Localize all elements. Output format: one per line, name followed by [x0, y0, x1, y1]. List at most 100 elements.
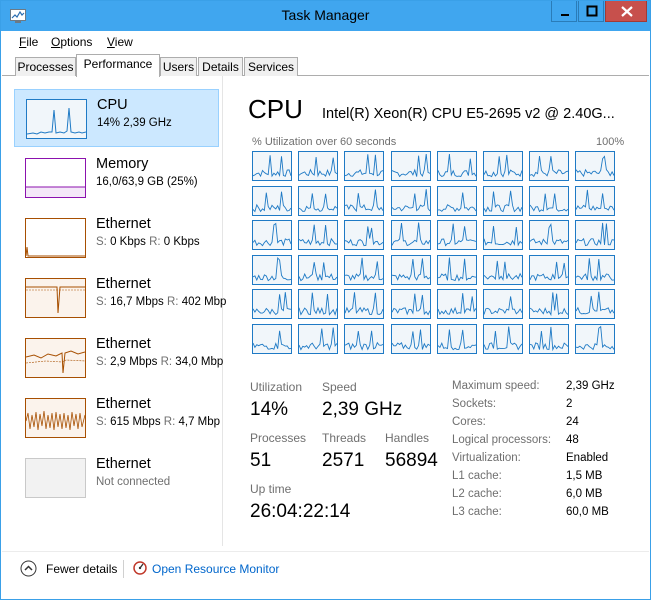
logical-processor-graph [252, 185, 292, 216]
cpu-activity-line [576, 291, 615, 315]
menu-options[interactable]: Options [51, 35, 92, 49]
logical-processor-graph [390, 289, 431, 319]
spec-label: L3 cache: [452, 506, 502, 518]
cpu-activity-line [345, 292, 384, 315]
ethernet-4-thumbnail-graph [25, 398, 86, 438]
spec-label: Cores: [452, 416, 486, 428]
sidebar-sub-ethernet-3: S: 2,9 Mbps R: 34,0 Mbp [96, 356, 224, 368]
logical-processor-graph [575, 289, 616, 319]
sidebar-item-ethernet-5[interactable]: Ethernet Not connected [14, 449, 219, 507]
cpu-detail-pane: CPU Intel(R) Xeon(R) CPU E5-2695 v2 @ 2.… [248, 76, 640, 546]
menu-view[interactable]: View [107, 35, 133, 49]
logical-processor-graph [252, 151, 292, 181]
logical-processor-graph [344, 323, 385, 354]
logical-processor-graph [529, 254, 570, 285]
resource-monitor-icon [133, 561, 147, 575]
open-resource-monitor-link[interactable]: Open Resource Monitor [152, 562, 279, 576]
spec-label: L1 cache: [452, 470, 502, 482]
cpu-activity-line [253, 330, 291, 350]
uptime-value: 26:04:22:14 [250, 501, 351, 522]
maximize-button[interactable] [578, 1, 604, 22]
chevron-up-circle-icon[interactable] [20, 560, 37, 577]
cpu-activity-line [576, 155, 615, 178]
cpu-model-name: Intel(R) Xeon(R) CPU E5-2695 v2 @ 2.40G.… [322, 106, 615, 122]
cpu-activity-line [576, 222, 615, 247]
logical-processor-graph [298, 151, 339, 181]
tab-details[interactable]: Details [198, 57, 243, 76]
logical-processor-graph [529, 220, 570, 250]
logical-processor-graph [436, 220, 477, 250]
logical-processor-graph [436, 289, 477, 319]
sidebar-item-ethernet-3[interactable]: Ethernet S: 2,9 Mbps R: 34,0 Mbp [14, 329, 223, 387]
cpu-activity-line [253, 191, 291, 212]
resource-sidebar: CPU 14% 2,39 GHz Memory 16,0/63,9 GB (25… [10, 76, 226, 546]
sidebar-item-ethernet-4[interactable]: Ethernet S: 615 Mbps R: 4,7 Mbp [14, 389, 221, 447]
menu-file[interactable]: File [19, 35, 38, 49]
sidebar-item-cpu[interactable]: CPU 14% 2,39 GHz [14, 89, 219, 147]
cpu-activity-line [437, 223, 476, 247]
logical-processor-graph [390, 323, 431, 354]
minimize-button[interactable] [551, 1, 577, 22]
sidebar-title-ethernet-3: Ethernet [96, 336, 151, 352]
spec-value: 24 [566, 416, 579, 428]
logical-processor-graph [390, 151, 431, 181]
cpu-activity-line [437, 192, 476, 212]
tab-processes[interactable]: Processes [15, 57, 76, 76]
page-title: CPU [248, 94, 303, 124]
sidebar-sub-ethernet-5: Not connected [96, 476, 171, 488]
sidebar-item-ethernet-1[interactable]: Ethernet S: 0 Kbps R: 0 Kbps [14, 209, 219, 267]
cpu-thumbnail-graph [26, 99, 87, 139]
tab-strip: Processes Performance Users Details Serv… [2, 54, 649, 77]
logical-processor-graph [344, 254, 385, 285]
cpu-activity-line [530, 192, 569, 212]
cpu-activity-line [530, 155, 569, 178]
logical-processor-graph [436, 151, 477, 181]
sidebar-item-ethernet-2[interactable]: Ethernet S: 16,7 Mbps R: 402 Mbp [14, 269, 226, 327]
spec-label: L2 cache: [452, 488, 502, 500]
sidebar-sub-ethernet-1: S: 0 Kbps R: 0 Kbps [96, 236, 200, 248]
cpu-activity-line [345, 226, 384, 247]
cpu-activity-line [576, 189, 615, 211]
logical-processor-graph [436, 323, 477, 354]
tab-services[interactable]: Services [244, 57, 298, 76]
cpu-activity-line [253, 292, 291, 316]
cpu-activity-line [345, 189, 384, 212]
fewer-details-button[interactable]: Fewer details [46, 562, 117, 576]
title-bar[interactable]: Task Manager [1, 1, 650, 31]
sidebar-sub-memory: 16,0/63,9 GB (25%) [96, 176, 198, 188]
logical-processor-graph [298, 185, 339, 216]
logical-processor-graph [483, 323, 523, 354]
spec-value: 6,0 MB [566, 488, 603, 500]
logical-processor-graph [252, 323, 292, 354]
cpu-activity-line [391, 188, 430, 212]
logical-processor-graph [483, 289, 523, 319]
logical-processor-graph [529, 323, 570, 354]
logical-processor-graph [298, 220, 339, 250]
cpu-activity-line [391, 293, 430, 316]
cpu-activity-line [437, 329, 476, 350]
logical-processor-graph [483, 254, 523, 285]
threads-label: Threads [322, 431, 367, 445]
cpu-activity-line [530, 223, 569, 246]
spec-value: Enabled [566, 452, 609, 464]
cpu-activity-line [484, 154, 522, 178]
processes-label: Processes [250, 431, 307, 445]
spec-label: Maximum speed: [452, 380, 540, 392]
logical-processor-graphs [252, 151, 626, 354]
sidebar-item-memory[interactable]: Memory 16,0/63,9 GB (25%) [14, 149, 219, 207]
cpu-activity-line [345, 257, 384, 281]
sidebar-sub-ethernet-4: S: 615 Mbps R: 4,7 Mbp [96, 416, 221, 428]
spec-value: 60,0 MB [566, 506, 609, 518]
speed-value: 2,39 GHz [322, 399, 403, 420]
cpu-activity-line [345, 330, 384, 351]
tab-users[interactable]: Users [160, 57, 197, 76]
uptime-label: Up time [250, 482, 292, 496]
task-manager-window: Task Manager File Options View Processes… [0, 0, 651, 600]
close-button[interactable] [605, 1, 647, 22]
footer-divider [123, 560, 124, 578]
ethernet-3-thumbnail-graph [25, 338, 86, 378]
cpu-activity-line [299, 192, 338, 212]
cpu-activity-line [253, 256, 291, 281]
tab-performance[interactable]: Performance [76, 54, 160, 77]
logical-processor-graph [575, 220, 616, 250]
